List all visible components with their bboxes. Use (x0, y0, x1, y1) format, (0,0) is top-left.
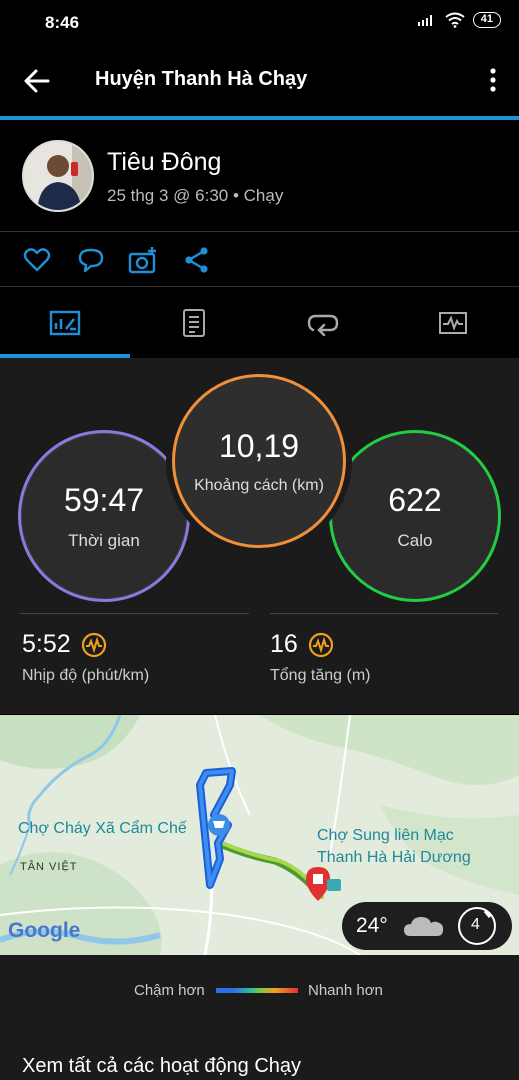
comment-button[interactable] (76, 246, 106, 274)
share-icon (185, 247, 208, 273)
tab-bar (0, 288, 519, 358)
tab-laps[interactable] (258, 288, 387, 358)
activity-date: 25 thg 3 @ 6:30 • Chạy (107, 186, 284, 205)
status-icons: 41 (417, 12, 501, 28)
map-label-market: Thanh Hà Hải Dương (317, 849, 471, 866)
bottom-panel: Chậm hơn Nhanh hơn Xem tất cả các hoạt đ… (0, 955, 519, 1080)
battery-icon: 41 (472, 12, 501, 28)
more-options-button[interactable] (483, 66, 503, 96)
more-vertical-icon (490, 68, 496, 92)
avatar-photo (24, 142, 92, 210)
like-button[interactable] (22, 246, 52, 274)
action-bar (0, 233, 519, 287)
add-photo-button[interactable] (128, 246, 158, 274)
pace-label: Nhịp độ (phút/km) (22, 667, 150, 684)
wifi-icon (445, 12, 465, 28)
avatar[interactable] (22, 140, 94, 212)
pulse-badge-icon (308, 632, 333, 657)
time-label: Thời gian (68, 530, 140, 550)
calories-ring: 622 Calo (329, 430, 501, 602)
arrow-left-icon (24, 69, 50, 93)
weather-widget[interactable]: 24° 4 (342, 902, 512, 950)
legend-fast-label: Nhanh hơn (308, 982, 383, 999)
calories-value: 622 (388, 481, 442, 518)
temperature: 24° (356, 914, 388, 937)
elevation-label: Tổng tăng (m) (270, 667, 371, 684)
pulse-badge-icon (81, 632, 106, 657)
user-name[interactable]: Tiêu Đông (107, 148, 221, 177)
signal-icon (417, 15, 432, 26)
wind-speed: 4 (471, 916, 480, 933)
divider (20, 613, 249, 614)
elevation-value: 16 (270, 630, 298, 658)
map-label-market: Chợ Sung liên Mạc (317, 827, 454, 844)
back-button[interactable] (20, 66, 54, 96)
distance-label: Khoảng cách (km) (194, 476, 324, 494)
time-ring: 59:47 Thời gian (18, 430, 190, 602)
time-value: 59:47 (63, 481, 145, 518)
map-label-market: Chợ Cháy Xã Cẩm Chế (18, 820, 187, 837)
details-icon (182, 309, 205, 337)
see-all-activities-link[interactable]: Xem tất cả các hoạt động Chạy (22, 1055, 301, 1078)
pace-value: 5:52 (22, 630, 71, 658)
calories-label: Calo (397, 530, 433, 550)
route-map[interactable]: Chợ Cháy Xã Cẩm Chế Chợ Sung liên Mạc Th… (0, 715, 519, 955)
divider (270, 613, 498, 614)
map-label-village: TÂN VIỆT (20, 861, 78, 873)
add-photo-icon (128, 247, 156, 274)
page-title: Huyện Thanh Hà Chạy (95, 68, 308, 90)
pace-metric[interactable]: 5:52 Nhịp độ (phút/km) (22, 630, 149, 685)
stats-icon (49, 310, 80, 336)
google-logo: Google (8, 919, 81, 942)
elevation-metric[interactable]: 16 Tổng tăng (m) (270, 630, 370, 685)
app-bar: Huyện Thanh Hà Chạy (0, 46, 519, 116)
distance-ring: 10,19 Khoảng cách (km) (172, 374, 346, 548)
comment-icon (78, 248, 104, 273)
tab-charts[interactable] (388, 288, 517, 358)
tab-stats[interactable] (0, 288, 129, 358)
status-bar: 8:46 41 (0, 0, 519, 46)
share-button[interactable] (182, 246, 212, 274)
heart-icon (23, 248, 51, 272)
distance-value: 10,19 (218, 427, 300, 464)
activity-owner: Tiêu Đông 25 thg 3 @ 6:30 • Chạy (0, 120, 519, 232)
stats-panel: 59:47 Thời gian 622 Calo 10,19 Khoảng cá… (0, 358, 519, 714)
legend-slow-label: Chậm hơn (134, 982, 205, 999)
status-time: 8:46 (45, 13, 80, 32)
pace-legend-bar (216, 988, 298, 993)
cloud-icon (404, 917, 444, 936)
charts-icon (438, 312, 467, 334)
tab-details[interactable] (129, 288, 258, 358)
laps-icon (307, 314, 338, 336)
